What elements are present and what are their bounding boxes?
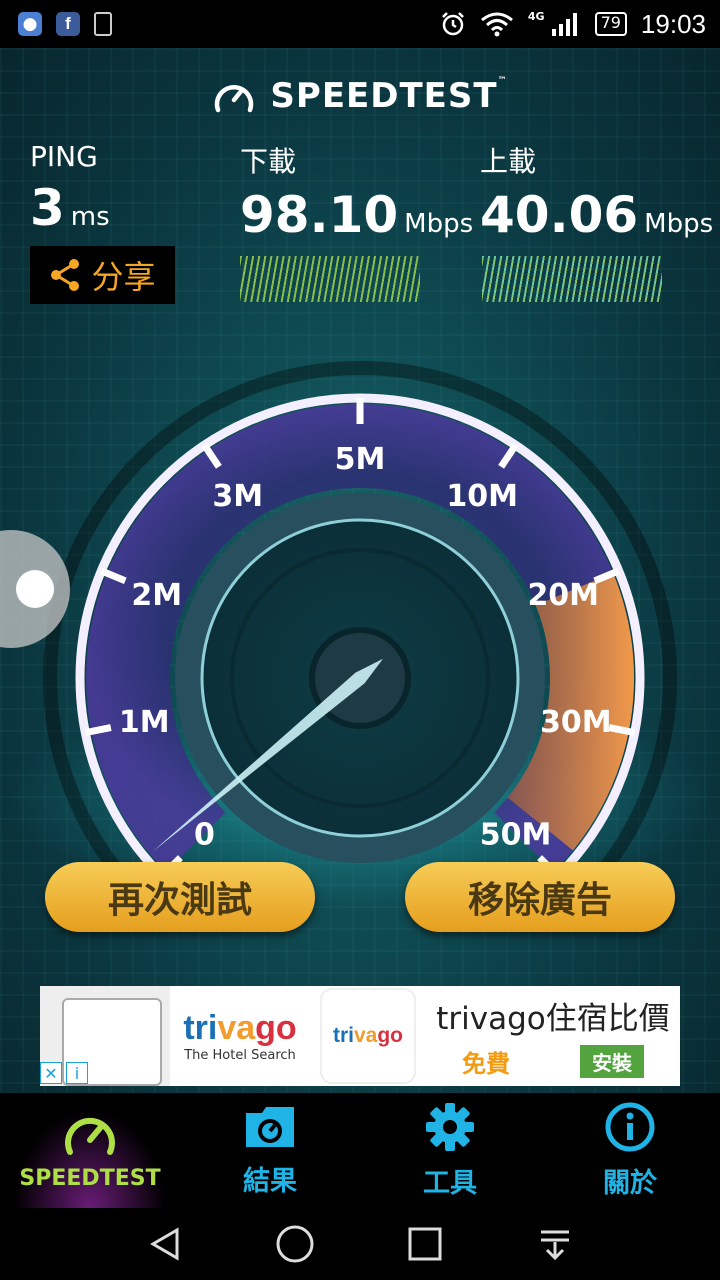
gauge-tick-label: 1M <box>119 705 170 740</box>
facebook-notification-icon: f <box>56 12 80 36</box>
share-label: 分享 <box>91 258 156 296</box>
folder-icon <box>246 1107 294 1147</box>
tab-label: 關於 <box>603 1168 657 1199</box>
alarm-icon <box>441 12 464 36</box>
trivago-app-icon: tri va go <box>320 988 416 1084</box>
recents-button[interactable] <box>393 1212 457 1276</box>
upload-graph <box>482 256 662 302</box>
share-icon <box>51 259 80 291</box>
gauge-tick-label: 10M <box>446 479 518 514</box>
gauge-tick-label: 0 <box>194 818 215 853</box>
trivago-logo: trivago <box>183 1009 297 1047</box>
ping-value: 3 ms <box>30 179 110 237</box>
upload-label: 上載 <box>480 145 537 178</box>
clock: 19:03 <box>640 8 706 39</box>
download-graph <box>240 256 420 302</box>
ad-title: trivago住宿比價 <box>436 1001 670 1037</box>
bottom-tab-bar: SPEEDTEST 結果 工具 關於 <box>0 1093 720 1208</box>
retest-button[interactable]: 再次測試 <box>45 862 315 932</box>
info-icon <box>605 1102 655 1152</box>
notification-icons: ● f <box>18 12 112 36</box>
ad-info: trivago住宿比價 免費 安裝 <box>426 986 680 1086</box>
tab-label: 工具 <box>423 1168 477 1199</box>
download-label: 下載 <box>240 145 297 178</box>
system-icons: 4G 79 19:03 <box>440 9 706 40</box>
system-nav-bar <box>0 1208 720 1280</box>
upload-metric: 上載 40.06 Mbps <box>480 140 713 244</box>
ad-free-label: 免費 <box>462 1050 510 1078</box>
ad-phone-image: ✕ i <box>40 986 170 1086</box>
tab-label: 結果 <box>243 1166 297 1197</box>
download-value: 98.10 Mbps <box>240 186 474 244</box>
status-bar: ● f 4G 79 19:03 <box>0 0 720 48</box>
tab-about[interactable]: 關於 <box>540 1093 720 1208</box>
home-button[interactable] <box>263 1212 327 1276</box>
ping-metric: PING 3 ms <box>30 140 110 237</box>
ad-close-icon[interactable]: ✕ <box>40 1062 62 1084</box>
ad-banner[interactable]: ✕ i trivago The Hotel Search tri va go tri… <box>40 986 680 1086</box>
speedtest-screen: SPEEDTEST™ PING 3 ms 下載 98.10 Mbps 上載 40.0… <box>0 48 720 1093</box>
speedometer-logo-icon <box>215 85 254 113</box>
back-button[interactable] <box>133 1212 197 1276</box>
gauge-tick <box>84 724 112 737</box>
lantern-notification-icon <box>94 12 112 36</box>
tab-label: SPEEDTEST <box>19 1166 161 1191</box>
gauge-tick-label: 30M <box>540 705 612 740</box>
gauge-tick-label: 5M <box>335 442 386 477</box>
gauge-tick-label: 2M <box>131 578 182 613</box>
download-metric: 下載 98.10 Mbps <box>240 140 473 244</box>
tab-speedtest[interactable]: SPEEDTEST <box>0 1093 180 1208</box>
app-title: SPEEDTEST™ <box>270 76 508 116</box>
network-type: 4G <box>527 9 545 23</box>
remove-ads-button[interactable]: 移除廣告 <box>405 862 675 932</box>
home-icon <box>276 1225 314 1263</box>
tab-results[interactable]: 結果 <box>180 1093 360 1208</box>
gear-icon <box>426 1103 474 1151</box>
ad-info-icon[interactable]: i <box>66 1062 88 1084</box>
ad-install-button[interactable]: 安裝 <box>580 1045 644 1078</box>
gauge-tick-label: 20M <box>527 578 599 613</box>
speed-gauge: 0 1M 2M 3M 5M 10M 20M 30M 50M <box>43 361 677 878</box>
app-logo: SPEEDTEST™ <box>0 76 720 116</box>
gauge-tick-label: 50M <box>480 818 552 853</box>
maps-notification-icon: ● <box>18 12 42 36</box>
back-icon <box>150 1227 179 1261</box>
ad-brand: trivago The Hotel Search <box>170 986 310 1086</box>
wifi-icon <box>480 12 513 37</box>
ad-tagline: The Hotel Search <box>184 1048 296 1063</box>
battery-level: 79 <box>594 12 627 36</box>
gauge-tick <box>608 724 636 737</box>
speedometer-icon <box>65 1117 115 1155</box>
ping-label: PING <box>30 140 98 173</box>
notification-pull-button[interactable] <box>523 1212 587 1276</box>
pull-down-icon <box>541 1230 569 1261</box>
gauge-tick-label: 3M <box>212 479 263 514</box>
share-button[interactable]: 分享 <box>30 246 175 304</box>
upload-value: 40.06 Mbps <box>480 186 714 244</box>
recents-icon <box>408 1227 442 1261</box>
tab-tools[interactable]: 工具 <box>360 1093 540 1208</box>
signal-icon <box>551 13 577 36</box>
